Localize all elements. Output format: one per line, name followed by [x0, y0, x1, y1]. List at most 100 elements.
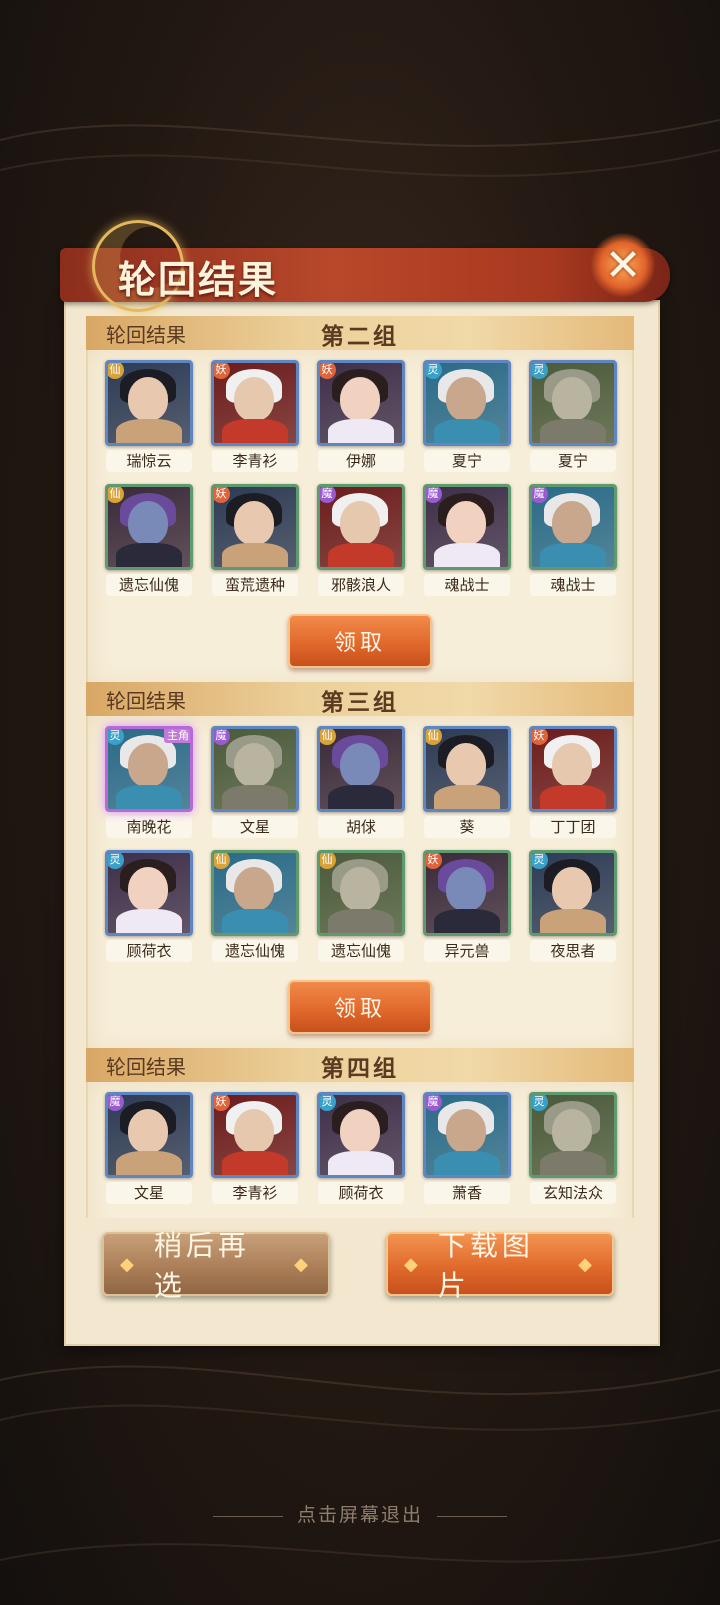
character-card[interactable]: 妖蛮荒遗种 — [210, 484, 300, 596]
choose-later-label: 稍后再选 — [153, 1229, 250, 1302]
character-name: 顾荷衣 — [106, 940, 192, 962]
faction-badge-icon: 仙 — [108, 363, 124, 379]
divider — [437, 1515, 507, 1517]
claim-row: 领取 — [88, 1204, 632, 1218]
portrait-body — [434, 909, 500, 933]
character-name: 遗忘仙傀 — [212, 940, 298, 962]
character-card[interactable]: 灵玄知法众 — [528, 1092, 618, 1204]
portrait-face — [340, 377, 380, 421]
character-portrait[interactable]: 妖 — [529, 726, 617, 812]
portrait-face — [128, 377, 168, 421]
character-portrait[interactable]: 妖 — [211, 360, 299, 446]
character-portrait[interactable]: 妖 — [211, 484, 299, 570]
character-portrait[interactable]: 灵 — [105, 850, 193, 936]
faction-badge-icon: 魔 — [426, 1095, 442, 1111]
character-portrait[interactable]: 魔 — [211, 726, 299, 812]
character-portrait[interactable]: 灵 主角 — [105, 726, 193, 812]
faction-badge-icon: 魔 — [320, 487, 336, 503]
character-portrait[interactable]: 妖 — [317, 360, 405, 446]
portrait-body — [222, 909, 288, 933]
character-portrait[interactable]: 仙 — [105, 484, 193, 570]
faction-badge-icon: 灵 — [108, 853, 124, 869]
character-name: 胡俅 — [318, 816, 404, 838]
character-card[interactable]: 妖李青衫 — [210, 360, 300, 472]
character-portrait[interactable]: 灵 — [423, 360, 511, 446]
character-portrait[interactable]: 灵 — [317, 1092, 405, 1178]
character-card[interactable]: 灵夏宁 — [528, 360, 618, 472]
character-portrait[interactable]: 妖 — [423, 850, 511, 936]
character-portrait[interactable]: 灵 — [529, 850, 617, 936]
character-card[interactable]: 魔文星 — [104, 1092, 194, 1204]
character-portrait[interactable]: 魔 — [105, 1092, 193, 1178]
character-card[interactable]: 灵顾荷衣 — [316, 1092, 406, 1204]
portrait-body — [116, 1151, 182, 1175]
character-card[interactable]: 灵 主角 南晚花 — [104, 726, 194, 838]
character-portrait[interactable]: 魔 — [423, 1092, 511, 1178]
character-card[interactable]: 妖异元兽 — [422, 850, 512, 962]
portrait-body — [116, 909, 182, 933]
character-portrait[interactable]: 仙 — [317, 726, 405, 812]
character-card[interactable]: 仙葵 — [422, 726, 512, 838]
group-header: 轮回结果 第四组 — [86, 1048, 634, 1082]
character-card[interactable]: 妖伊娜 — [316, 360, 406, 472]
character-card[interactable]: 仙遗忘仙傀 — [210, 850, 300, 962]
character-portrait[interactable]: 灵 — [529, 360, 617, 446]
character-card[interactable]: 仙瑞惊云 — [104, 360, 194, 472]
results-scroll-list[interactable]: 轮回结果 第二组仙瑞惊云妖李青衫妖伊娜灵夏宁灵夏宁仙遗忘仙傀妖蛮荒遗种魔邪骸浪人魔… — [86, 316, 634, 1218]
portrait-face — [446, 867, 486, 911]
portrait-face — [340, 1109, 380, 1153]
character-name: 异元兽 — [424, 940, 510, 962]
character-card[interactable]: 灵夜思者 — [528, 850, 618, 962]
character-portrait[interactable]: 魔 — [317, 484, 405, 570]
portrait-body — [434, 419, 500, 443]
close-button[interactable]: ✕ — [590, 232, 656, 298]
character-card[interactable]: 仙遗忘仙傀 — [316, 850, 406, 962]
claim-button[interactable]: 领取 — [288, 980, 432, 1034]
portrait-face — [340, 867, 380, 911]
character-card[interactable]: 仙胡俅 — [316, 726, 406, 838]
character-portrait[interactable]: 妖 — [211, 1092, 299, 1178]
character-portrait[interactable]: 仙 — [105, 360, 193, 446]
lead-badge: 主角 — [164, 729, 190, 743]
portrait-body — [116, 785, 182, 809]
choose-later-button[interactable]: ◆ 稍后再选 ◆ — [102, 1229, 330, 1302]
portrait-body — [222, 543, 288, 567]
portrait-face — [340, 501, 380, 545]
character-portrait[interactable]: 仙 — [423, 726, 511, 812]
character-card[interactable]: 魔魂战士 — [528, 484, 618, 596]
claim-button[interactable]: 领取 — [288, 614, 432, 668]
character-portrait[interactable]: 灵 — [529, 1092, 617, 1178]
portrait-face — [446, 501, 486, 545]
faction-badge-icon: 魔 — [214, 729, 230, 745]
faction-badge-icon: 妖 — [532, 729, 548, 745]
portrait-face — [552, 501, 592, 545]
character-name: 李青衫 — [212, 450, 298, 472]
character-name: 魂战士 — [424, 574, 510, 596]
character-card[interactable]: 灵夏宁 — [422, 360, 512, 472]
exit-hint[interactable]: 点击屏幕退出 — [0, 1500, 720, 1527]
character-portrait[interactable]: 仙 — [317, 850, 405, 936]
download-image-button[interactable]: ◆ 下载图片 ◆ — [386, 1229, 614, 1302]
group-name: 第四组 — [321, 1055, 399, 1082]
character-card[interactable]: 魔文星 — [210, 726, 300, 838]
claim-row: 领取 — [88, 962, 632, 1054]
portrait-face — [128, 743, 168, 787]
group-body: 灵主角 南晚花魔文星仙胡俅仙葵妖丁丁团灵顾荷衣仙遗忘仙傀仙遗忘仙傀妖异元兽灵夜思者… — [86, 716, 634, 1056]
character-card[interactable]: 妖李青衫 — [210, 1092, 300, 1204]
character-portrait[interactable]: 仙 — [211, 850, 299, 936]
character-portrait[interactable]: 魔 — [529, 484, 617, 570]
portrait-body — [328, 785, 394, 809]
portrait-body — [222, 419, 288, 443]
character-portrait[interactable]: 魔 — [423, 484, 511, 570]
character-card[interactable]: 魔魂战士 — [422, 484, 512, 596]
character-card[interactable]: 魔邪骸浪人 — [316, 484, 406, 596]
character-card[interactable]: 仙遗忘仙傀 — [104, 484, 194, 596]
character-name: 丁丁团 — [530, 816, 616, 838]
character-name: 邪骸浪人 — [318, 574, 404, 596]
character-card[interactable]: 妖丁丁团 — [528, 726, 618, 838]
character-card[interactable]: 魔萧香 — [422, 1092, 512, 1204]
group-header: 轮回结果 第二组 — [86, 316, 634, 350]
portrait-body — [434, 785, 500, 809]
faction-badge-icon: 妖 — [320, 363, 336, 379]
character-card[interactable]: 灵顾荷衣 — [104, 850, 194, 962]
